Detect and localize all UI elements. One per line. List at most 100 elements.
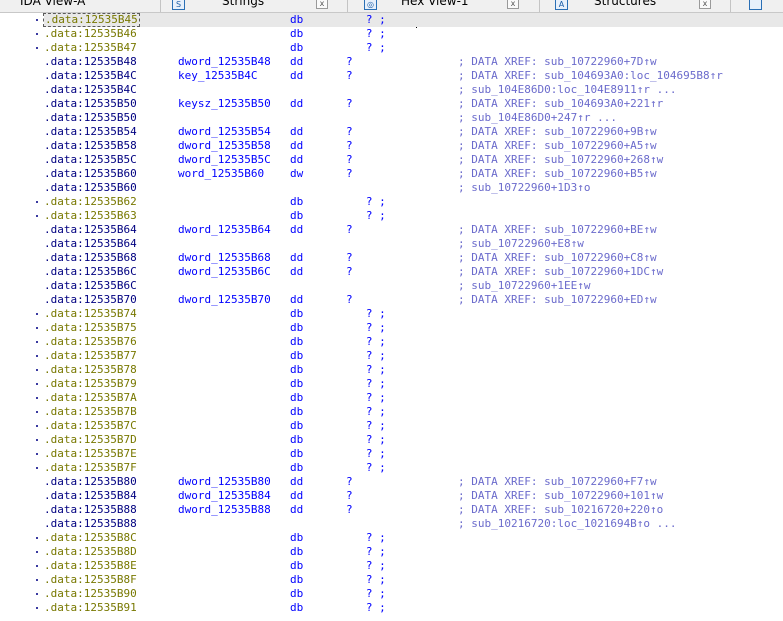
address: .data:12535B54 bbox=[44, 125, 137, 138]
listing-row[interactable]: .data:12535B48 dword_12535B48 dd? ; DATA XR… bbox=[44, 55, 783, 69]
tab-label: Strings bbox=[222, 0, 265, 8]
listing-row[interactable]: .data:12535B70 dword_12535B70 dd? ; DATA XR… bbox=[44, 293, 783, 307]
listing-row[interactable]: .data:12535B8F db ? ; bbox=[44, 573, 783, 587]
listing-row[interactable]: .data:12535B4C ; sub_104E86D0:loc_104E891… bbox=[44, 83, 783, 97]
symbol-label[interactable]: key_12535B4C bbox=[178, 69, 257, 83]
symbol-label[interactable]: dword_12535B64 bbox=[178, 223, 271, 237]
disassembly-listing[interactable]: .data:12535B45 db ? ; .data:12535B46 db ? ;… bbox=[0, 13, 783, 621]
xref-comment[interactable]: ; DATA XREF: sub_10722960+268↑w bbox=[458, 153, 663, 167]
listing-row[interactable]: .data:12535B88 ; sub_10216720:loc_1021694… bbox=[44, 517, 783, 531]
symbol-label[interactable]: word_12535B60 bbox=[178, 167, 264, 181]
symbol-label[interactable]: keysz_12535B50 bbox=[178, 97, 271, 111]
mnemonic: db bbox=[290, 559, 304, 572]
xref-comment[interactable]: ; DATA XREF: sub_104693A0:loc_104695B8↑r bbox=[458, 69, 723, 83]
listing-row[interactable]: .data:12535B47 db ? ; bbox=[44, 41, 783, 55]
listing-row[interactable]: .data:12535B68 dword_12535B68 dd? ; DATA XR… bbox=[44, 251, 783, 265]
listing-row[interactable]: .data:12535B6C dword_12535B6C dd? ; DATA XR… bbox=[44, 265, 783, 279]
listing-row[interactable]: .data:12535B8D db ? ; bbox=[44, 545, 783, 559]
xref-comment[interactable]: ; DATA XREF: sub_10722960+C8↑w bbox=[458, 251, 657, 265]
mnemonic: db bbox=[290, 391, 304, 404]
xref-comment[interactable]: ; sub_104E86D0+247↑r ... bbox=[458, 111, 617, 125]
tab-ida-view-a[interactable]: IDA View-A bbox=[0, 0, 160, 12]
symbol-label[interactable]: dword_12535B80 bbox=[178, 475, 271, 489]
xref-comment[interactable]: ; DATA XREF: sub_10722960+7D↑w bbox=[458, 55, 657, 69]
xref-comment[interactable]: ; DATA XREF: sub_10722960+101↑w bbox=[458, 489, 663, 503]
listing-row[interactable]: .data:12535B58 dword_12535B58 dd? ; DATA XR… bbox=[44, 139, 783, 153]
listing-row[interactable]: .data:12535B4C key_12535B4C dd? ; DATA XREF… bbox=[44, 69, 783, 83]
operand: ? bbox=[346, 293, 353, 306]
xref-comment[interactable]: ; DATA XREF: sub_10722960+B5↑w bbox=[458, 167, 657, 181]
close-icon[interactable]: x bbox=[507, 0, 519, 9]
symbol-label[interactable]: dword_12535B88 bbox=[178, 503, 271, 517]
xref-comment[interactable]: ; sub_10722960+E8↑w bbox=[458, 237, 584, 251]
listing-row[interactable]: .data:12535B50 keysz_12535B50 dd? ; DATA XR… bbox=[44, 97, 783, 111]
xref-comment[interactable]: ; sub_10722960+1D3↑o bbox=[458, 181, 590, 195]
listing-row[interactable]: .data:12535B74 db ? ; bbox=[44, 307, 783, 321]
listing-row[interactable]: .data:12535B45 db ? ; bbox=[43, 13, 783, 27]
xref-comment[interactable]: ; DATA XREF: sub_10722960+1DC↑w bbox=[458, 265, 663, 279]
xref-comment[interactable]: ; DATA XREF: sub_10216720+220↑o bbox=[458, 503, 663, 517]
address: .data:12535B64 bbox=[44, 237, 137, 250]
listing-row[interactable]: .data:12535B63 db ? ; bbox=[44, 209, 783, 223]
tab-strings[interactable]: S Strings x bbox=[161, 0, 347, 12]
operand: ? bbox=[346, 55, 353, 68]
listing-row[interactable]: .data:12535B84 dword_12535B84 dd? ; DATA XR… bbox=[44, 489, 783, 503]
tab-structures[interactable]: A Structures x bbox=[540, 0, 730, 12]
listing-row[interactable]: .data:12535B78 db ? ; bbox=[44, 363, 783, 377]
operand: ? ; bbox=[346, 363, 386, 376]
listing-row[interactable]: .data:12535B88 dword_12535B88 dd? ; DATA XR… bbox=[44, 503, 783, 517]
symbol-label[interactable]: dword_12535B54 bbox=[178, 125, 271, 139]
listing-row[interactable]: .data:12535B50 ; sub_104E86D0+247↑r ... bbox=[44, 111, 783, 125]
xref-comment[interactable]: ; DATA XREF: sub_10722960+A5↑w bbox=[458, 139, 657, 153]
address: .data:12535B50 bbox=[44, 111, 137, 124]
listing-row[interactable]: .data:12535B7F db ? ; bbox=[44, 461, 783, 475]
symbol-label[interactable]: dword_12535B70 bbox=[178, 293, 271, 307]
listing-row[interactable]: .data:12535B5C dword_12535B5C dd? ; DATA XR… bbox=[44, 153, 783, 167]
operand: ? bbox=[346, 153, 353, 166]
listing-row[interactable]: .data:12535B80 dword_12535B80 dd? ; DATA XR… bbox=[44, 475, 783, 489]
flow-marker-dot bbox=[36, 383, 38, 385]
listing-row[interactable]: .data:12535B90 db ? ; bbox=[44, 587, 783, 601]
listing-row[interactable]: .data:12535B91 db ? ; bbox=[44, 601, 783, 615]
xref-comment[interactable]: ; DATA XREF: sub_104693A0+221↑r bbox=[458, 97, 663, 111]
tab-next[interactable] bbox=[731, 0, 783, 12]
listing-row[interactable]: .data:12535B7C db ? ; bbox=[44, 419, 783, 433]
listing-row[interactable]: .data:12535B60 ; sub_10722960+1D3↑o bbox=[44, 181, 783, 195]
operand: ? ; bbox=[346, 391, 386, 404]
listing-row[interactable]: .data:12535B6C ; sub_10722960+1EE↑w bbox=[44, 279, 783, 293]
close-icon[interactable]: x bbox=[699, 0, 711, 9]
listing-row[interactable]: .data:12535B79 db ? ; bbox=[44, 377, 783, 391]
flow-marker-dot bbox=[36, 397, 38, 399]
listing-row[interactable]: .data:12535B64 dword_12535B64 dd? ; DATA XR… bbox=[44, 223, 783, 237]
close-icon[interactable]: x bbox=[316, 0, 328, 9]
xref-comment[interactable]: ; DATA XREF: sub_10722960+F7↑w bbox=[458, 475, 657, 489]
listing-row[interactable]: .data:12535B7B db ? ; bbox=[44, 405, 783, 419]
symbol-label[interactable]: dword_12535B68 bbox=[178, 251, 271, 265]
xref-comment[interactable]: ; DATA XREF: sub_10722960+ED↑w bbox=[458, 293, 657, 307]
xref-comment[interactable]: ; sub_104E86D0:loc_104E8911↑r ... bbox=[458, 83, 677, 97]
symbol-label[interactable]: dword_12535B48 bbox=[178, 55, 271, 69]
listing-row[interactable]: .data:12535B75 db ? ; bbox=[44, 321, 783, 335]
listing-row[interactable]: .data:12535B60 word_12535B60 dw? ; DATA XRE… bbox=[44, 167, 783, 181]
listing-row[interactable]: .data:12535B76 db ? ; bbox=[44, 335, 783, 349]
listing-row[interactable]: .data:12535B54 dword_12535B54 dd? ; DATA XR… bbox=[44, 125, 783, 139]
listing-row[interactable]: .data:12535B8C db ? ; bbox=[44, 531, 783, 545]
symbol-label[interactable]: dword_12535B58 bbox=[178, 139, 271, 153]
listing-row[interactable]: .data:12535B7A db ? ; bbox=[44, 391, 783, 405]
tab-hex-view-1[interactable]: ◎ Hex View-1 x bbox=[348, 0, 539, 12]
xref-comment[interactable]: ; DATA XREF: sub_10722960+9B↑w bbox=[458, 125, 657, 139]
listing-row[interactable]: .data:12535B46 db ? ; bbox=[44, 27, 783, 41]
listing-row[interactable]: .data:12535B7E db ? ; bbox=[44, 447, 783, 461]
symbol-label[interactable]: dword_12535B6C bbox=[178, 265, 271, 279]
listing-row[interactable]: .data:12535B64 ; sub_10722960+E8↑w bbox=[44, 237, 783, 251]
listing-row[interactable]: .data:12535B8E db ? ; bbox=[44, 559, 783, 573]
listing-row[interactable]: .data:12535B7D db ? ; bbox=[44, 433, 783, 447]
listing-row[interactable]: .data:12535B62 db ? ; bbox=[44, 195, 783, 209]
xref-comment[interactable]: ; sub_10722960+1EE↑w bbox=[458, 279, 590, 293]
symbol-label[interactable]: dword_12535B5C bbox=[178, 153, 271, 167]
xref-comment[interactable]: ; sub_10216720:loc_1021694B↑o ... bbox=[458, 517, 677, 531]
symbol-label[interactable]: dword_12535B84 bbox=[178, 489, 271, 503]
xref-comment[interactable]: ; DATA XREF: sub_10722960+BE↑w bbox=[458, 223, 657, 237]
tab-label: Hex View-1 bbox=[401, 0, 469, 8]
listing-row[interactable]: .data:12535B77 db ? ; bbox=[44, 349, 783, 363]
